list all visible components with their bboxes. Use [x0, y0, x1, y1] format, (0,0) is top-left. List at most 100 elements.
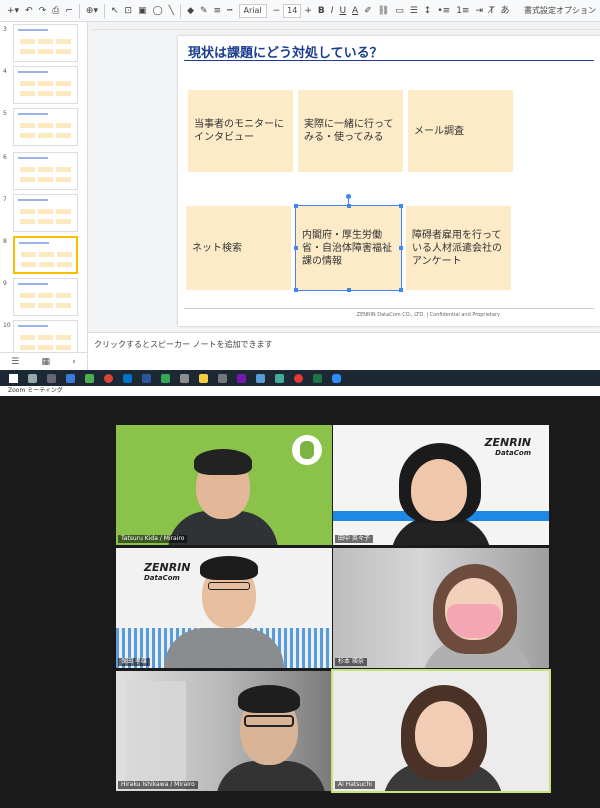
italic-button[interactable]: I: [328, 0, 337, 21]
underline-button[interactable]: U: [336, 0, 349, 21]
zoom-app-icon[interactable]: [332, 373, 341, 383]
resize-handle[interactable]: [347, 288, 351, 292]
card-interview[interactable]: 当事者のモニターにインタビュー: [188, 90, 293, 172]
slide-thumbnail-row[interactable]: 8: [0, 236, 87, 276]
link-icon[interactable]: ⛓: [375, 0, 392, 21]
slide-thumbnail[interactable]: [13, 194, 78, 232]
select-cursor-icon[interactable]: ↖: [108, 0, 122, 21]
text-box-icon[interactable]: ⊡: [122, 0, 136, 21]
thumb-card: [39, 262, 54, 267]
slide-thumbnail[interactable]: [13, 24, 78, 62]
card-staffing-survey[interactable]: 障碍者雇用を行っている人材派遣会社のアンケート: [406, 206, 511, 290]
outlook-icon[interactable]: [123, 373, 132, 383]
excel-icon[interactable]: [313, 373, 322, 383]
edge-dev-icon[interactable]: [85, 373, 94, 383]
paint-format-icon[interactable]: ⌐: [62, 0, 76, 21]
participant-video[interactable]: ZENRIN DataCom 田中 英々子: [333, 425, 549, 545]
clear-format-icon[interactable]: T̸: [486, 0, 498, 21]
card-text: 内閣府・厚生労働省・自治体障害福祉課の情報: [302, 229, 392, 267]
app-icon[interactable]: [275, 373, 284, 383]
card-email-survey[interactable]: メール調査: [408, 90, 513, 172]
participant-video[interactable]: ZENRIN DataCom 保田 孝雄: [116, 548, 332, 668]
rotation-handle[interactable]: [346, 194, 351, 199]
card-web-search[interactable]: ネット検索: [186, 206, 291, 290]
border-weight-icon[interactable]: ≡: [211, 0, 225, 21]
input-tools-button[interactable]: あ: [498, 0, 513, 21]
font-select[interactable]: Arial: [238, 3, 267, 18]
list-view-icon[interactable]: ☰: [11, 357, 19, 367]
slide-canvas[interactable]: 現状は課題にどう対処している？ 当事者のモニターにインタビュー 実際に一緒に行っ…: [178, 36, 600, 326]
onenote-icon[interactable]: [237, 373, 246, 383]
border-dash-icon[interactable]: ┅: [224, 0, 235, 21]
image-icon[interactable]: ▣: [135, 0, 150, 21]
format-options-button[interactable]: 書式設定オプション: [520, 0, 596, 21]
app-icon[interactable]: [161, 373, 170, 383]
collapse-panel-icon[interactable]: ‹: [72, 357, 76, 367]
notes-app-icon[interactable]: [199, 373, 208, 383]
highlight-icon[interactable]: ✐: [361, 0, 375, 21]
shape-icon[interactable]: ◯: [150, 0, 166, 21]
text-color-button[interactable]: A: [349, 0, 361, 21]
participant-video[interactable]: Tatsuru Kida / Mirairo: [116, 425, 332, 545]
card-try-together[interactable]: 実際に一緒に行ってみる・使ってみる: [298, 90, 403, 172]
slide-thumbnail[interactable]: [13, 320, 78, 352]
task-view-icon[interactable]: [47, 373, 56, 383]
resize-handle[interactable]: [399, 288, 403, 292]
line-spacing-icon[interactable]: ↕: [421, 0, 435, 21]
resize-handle[interactable]: [294, 288, 298, 292]
resize-handle[interactable]: [294, 246, 298, 250]
edge-icon[interactable]: [66, 373, 75, 383]
print-icon[interactable]: ⎙: [49, 0, 62, 21]
grid-view-icon[interactable]: ▦: [41, 357, 50, 367]
app-icon[interactable]: [218, 373, 227, 383]
slide-footer: ZENRIN DataCom CO., LTD. | Confidential …: [356, 312, 500, 318]
slide-thumbnail-row[interactable]: 9: [0, 278, 87, 318]
line-icon[interactable]: ╲: [166, 0, 177, 21]
slide-thumbnail[interactable]: [13, 66, 78, 104]
undo-icon[interactable]: ↶: [22, 0, 36, 21]
slide-thumbnail[interactable]: [13, 278, 78, 316]
fill-color-icon[interactable]: ◆: [184, 0, 197, 21]
border-color-icon[interactable]: ✎: [197, 0, 211, 21]
participant-video[interactable]: 杉本 瑛奈: [333, 548, 549, 668]
bulleted-list-icon[interactable]: •≡: [434, 0, 453, 21]
resize-handle[interactable]: [347, 204, 351, 208]
resize-handle[interactable]: [399, 204, 403, 208]
thumb-card: [57, 262, 72, 267]
slide-thumbnail-row[interactable]: 7: [0, 194, 87, 234]
slide-thumbnail[interactable]: [13, 236, 78, 274]
windows-start-icon[interactable]: [9, 373, 18, 383]
speaker-notes[interactable]: クリックするとスピーカー ノートを追加できます: [88, 332, 600, 352]
participant-video[interactable]: Hiraku Ishikawa / Mirairo: [116, 671, 332, 791]
zoom-icon[interactable]: ⊕▾: [83, 0, 101, 21]
bold-button[interactable]: B: [315, 0, 328, 21]
card-government-info[interactable]: 内閣府・厚生労働省・自治体障害福祉課の情報: [295, 205, 402, 291]
slide-thumbnail-row[interactable]: 10: [0, 320, 87, 352]
slide-thumbnail[interactable]: [13, 152, 78, 190]
teams-icon[interactable]: [142, 373, 151, 383]
slide-thumbnail-row[interactable]: 3: [0, 24, 87, 64]
numbered-list-icon[interactable]: 1≡: [453, 0, 472, 21]
resize-handle[interactable]: [294, 204, 298, 208]
slide-title[interactable]: 現状は課題にどう対処している？: [188, 42, 383, 61]
app-icon[interactable]: [256, 373, 265, 383]
font-size-input[interactable]: 14: [283, 3, 302, 18]
slide-thumbnail-row[interactable]: 6: [0, 152, 87, 192]
comment-icon[interactable]: ▭: [392, 0, 407, 21]
indent-icon[interactable]: ⇥: [472, 0, 486, 21]
slide-thumbnail-row[interactable]: 4: [0, 66, 87, 106]
participant-video-active-speaker[interactable]: Ai Hatsuchi: [331, 669, 551, 793]
chrome-icon[interactable]: [104, 373, 113, 383]
font-size-decrease-button[interactable]: −: [270, 0, 284, 21]
app-icon[interactable]: [180, 373, 189, 383]
search-icon[interactable]: [28, 373, 37, 383]
font-size-increase-button[interactable]: +: [301, 0, 315, 21]
slide-thumbnail[interactable]: [13, 108, 78, 146]
app-icon[interactable]: [294, 373, 303, 383]
new-slide-button[interactable]: +▾: [4, 0, 22, 21]
slide-thumbnail-row[interactable]: 5: [0, 108, 87, 148]
resize-handle[interactable]: [399, 246, 403, 250]
redo-icon[interactable]: ↷: [36, 0, 50, 21]
person-body: [216, 761, 326, 791]
align-icon[interactable]: ☰: [407, 0, 421, 21]
